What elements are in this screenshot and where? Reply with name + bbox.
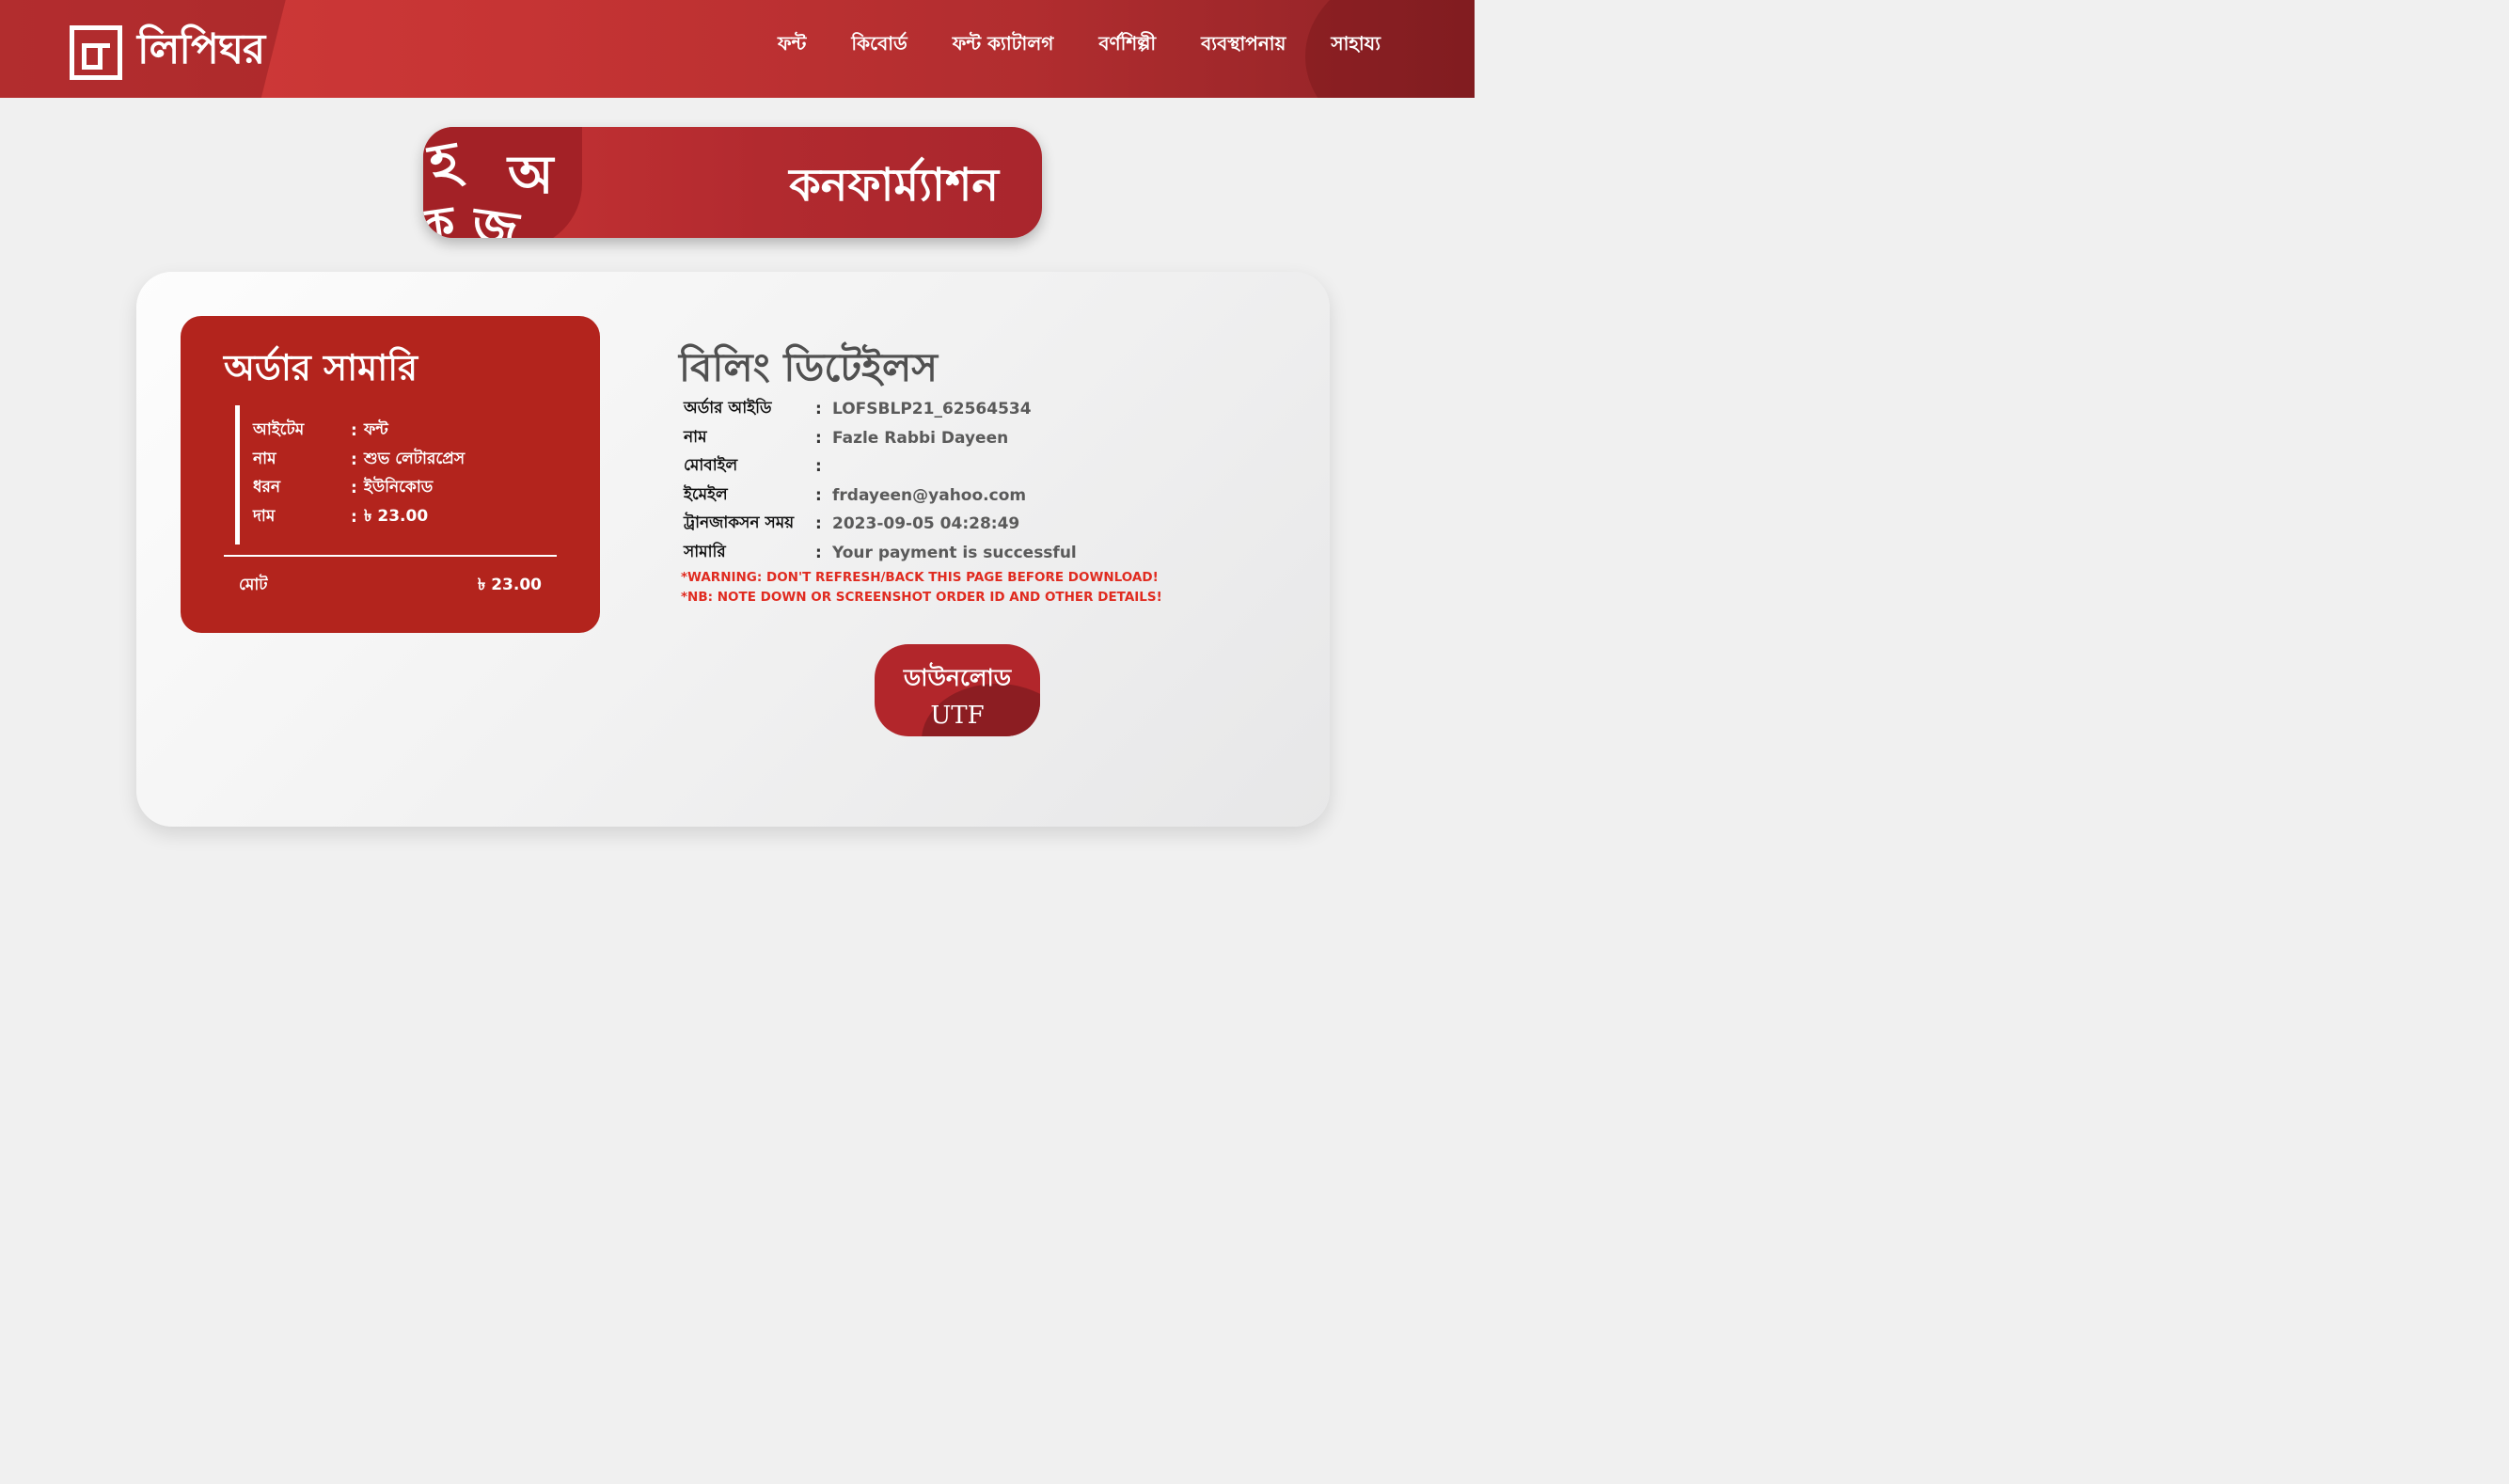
total-value: ৳ 23.00 (477, 576, 542, 594)
page-title: কনফার্ম্যাশন (789, 159, 999, 212)
order-summary-panel: অর্ডার সামারি আইটেম : ফন্ট নাম : শুভ লেট… (181, 316, 600, 633)
site-logo[interactable]: লিপিঘর (70, 18, 265, 87)
nav-fonts[interactable]: ফন্ট (778, 30, 806, 61)
nav-font-catalog[interactable]: ফন্ট ক্যাটালগ (953, 30, 1054, 61)
summary-row-price: দাম : ৳ 23.00 (253, 506, 429, 527)
billing-row-email: ইমেইল : frdayeen@yahoo.com (684, 484, 1027, 505)
total-label: মোট (239, 576, 268, 594)
billing-row-name: নাম : Fazle Rabbi Dayeen (684, 427, 1009, 448)
billing-row-order-id: অর্ডার আইডি : LOFSBLP21_62564534 (684, 399, 1032, 419)
nav-letter-artists[interactable]: বর্ণশিল্পী (1098, 30, 1156, 61)
nav-help[interactable]: সাহায্য (1331, 30, 1381, 61)
banner-letters-decoration: অ ক জ হ (423, 128, 554, 238)
order-summary-title: অর্ডার সামারি (224, 347, 418, 388)
billing-row-transaction-time: ট্রানজাকসন সময় : 2023-09-05 04:28:49 (684, 513, 1020, 534)
download-label: ডাউনলোড (903, 664, 1012, 691)
billing-row-summary: সামারি : Your payment is successful (684, 542, 1077, 562)
summary-divider (224, 555, 557, 557)
summary-row-name: নাম : শুভ লেটারপ্রেস (253, 449, 466, 469)
billing-details-title: বিলিং ডিটেইলস (679, 344, 938, 390)
download-utf-button[interactable]: ডাউনলোড UTF (875, 644, 1040, 736)
nav-management[interactable]: ব্যবস্থাপনায় (1201, 30, 1286, 61)
download-format-label: UTF (930, 702, 985, 730)
confirmation-banner: অ ক জ হ কনফার্ম্যাশন (423, 127, 1042, 238)
order-summary-list: আইটেম : ফন্ট নাম : শুভ লেটারপ্রেস ধরন : … (235, 405, 545, 545)
note-warning: *NB: NOTE DOWN OR SCREENSHOT ORDER ID AN… (681, 590, 1162, 605)
logo-mark-icon (70, 24, 122, 80)
nav-keyboard[interactable]: কিবোর্ড (851, 30, 907, 61)
main-nav: ফন্ট কিবোর্ড ফন্ট ক্যাটালগ বর্ণশিল্পী ব্… (778, 30, 1381, 61)
summary-row-item: আইটেম : ফন্ট (253, 420, 388, 441)
billing-details-list: অর্ডার আইডি : LOFSBLP21_62564534 নাম : F… (684, 395, 1077, 567)
site-header: লিপিঘর ফন্ট কিবোর্ড ফন্ট ক্যাটালগ বর্ণশি… (0, 0, 1475, 98)
refresh-warning: *WARNING: DON'T REFRESH/BACK THIS PAGE B… (681, 570, 1159, 585)
billing-row-mobile: মোবাইল : (684, 456, 822, 477)
summary-row-type: ধরন : ইউনিকোড (253, 478, 434, 498)
logo-text: লিপিঘর (137, 25, 265, 73)
